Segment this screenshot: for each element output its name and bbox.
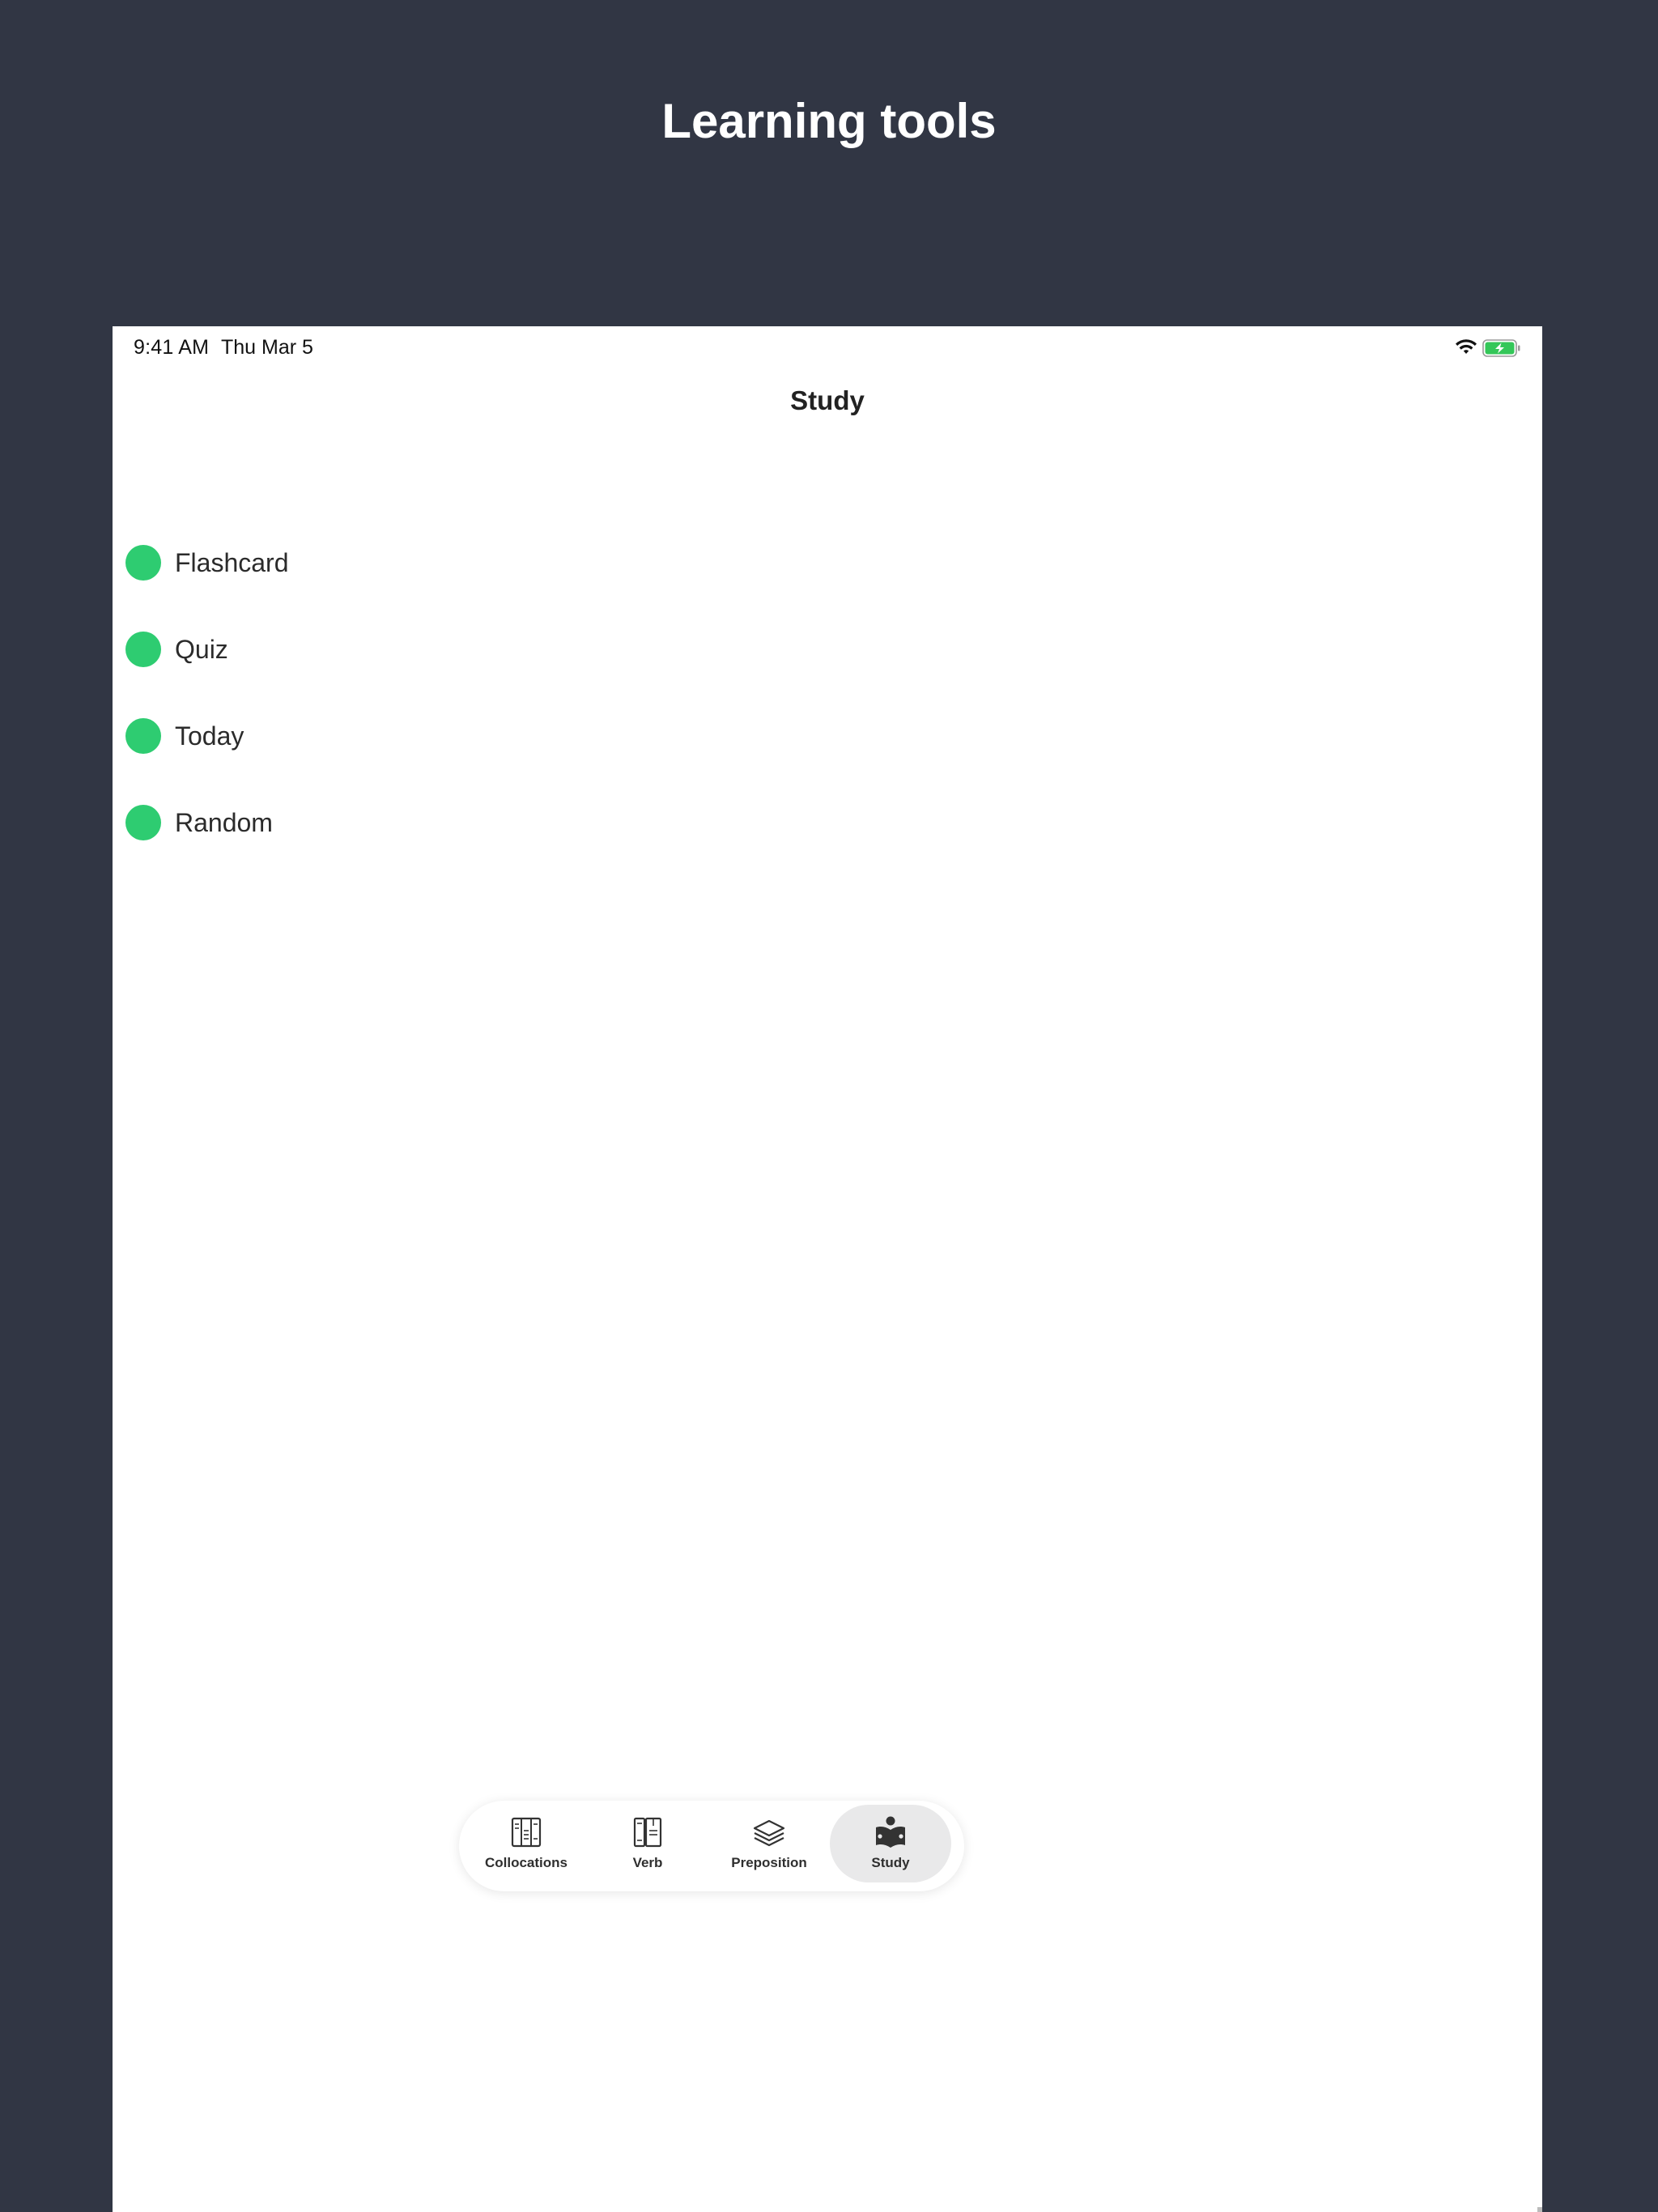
list-item-random[interactable]: Random <box>125 779 289 866</box>
tab-label: Study <box>871 1855 910 1870</box>
promo-title: Learning tools <box>661 94 997 148</box>
green-dot-icon <box>125 631 161 667</box>
battery-charging-icon <box>1482 339 1520 357</box>
list-item-label: Random <box>175 807 273 837</box>
green-dot-icon <box>125 544 161 581</box>
list-item-today[interactable]: Today <box>125 692 289 779</box>
tab-preposition[interactable]: Preposition <box>708 1805 830 1882</box>
list-item-label: Today <box>175 721 244 751</box>
tab-label: Verb <box>632 1855 663 1870</box>
wifi-icon <box>1456 339 1477 354</box>
book-columns-icon <box>511 1817 542 1848</box>
tab-label: Preposition <box>731 1855 807 1870</box>
status-date: Thu Mar 5 <box>221 336 313 359</box>
tab-verb[interactable]: Verb <box>587 1805 708 1882</box>
green-dot-icon <box>125 717 161 754</box>
status-time: 9:41 AM <box>134 336 210 359</box>
tab-bar: Collocations Verb Preposition Study <box>459 1801 964 1891</box>
tab-collocations[interactable]: Collocations <box>466 1805 587 1882</box>
list-item-label: Flashcard <box>175 547 289 577</box>
list-item-quiz[interactable]: Quiz <box>125 606 289 692</box>
study-list: Flashcard Quiz Today Random <box>125 519 289 866</box>
green-dot-icon <box>125 804 161 840</box>
list-item-flashcard[interactable]: Flashcard <box>125 519 289 606</box>
device-screen: 9:41 AM Thu Mar 5 Study Flashcard Quiz T… <box>113 326 1542 2212</box>
status-bar: 9:41 AM Thu Mar 5 <box>113 326 1542 372</box>
scroll-indicator <box>1537 2207 1542 2212</box>
tab-label: Collocations <box>484 1855 568 1870</box>
tab-study[interactable]: Study <box>830 1805 951 1882</box>
list-item-label: Quiz <box>175 634 228 664</box>
layers-icon <box>753 1819 785 1847</box>
books-icon <box>633 1817 662 1848</box>
page-title: Study <box>790 385 865 415</box>
reading-person-icon <box>876 1816 905 1848</box>
